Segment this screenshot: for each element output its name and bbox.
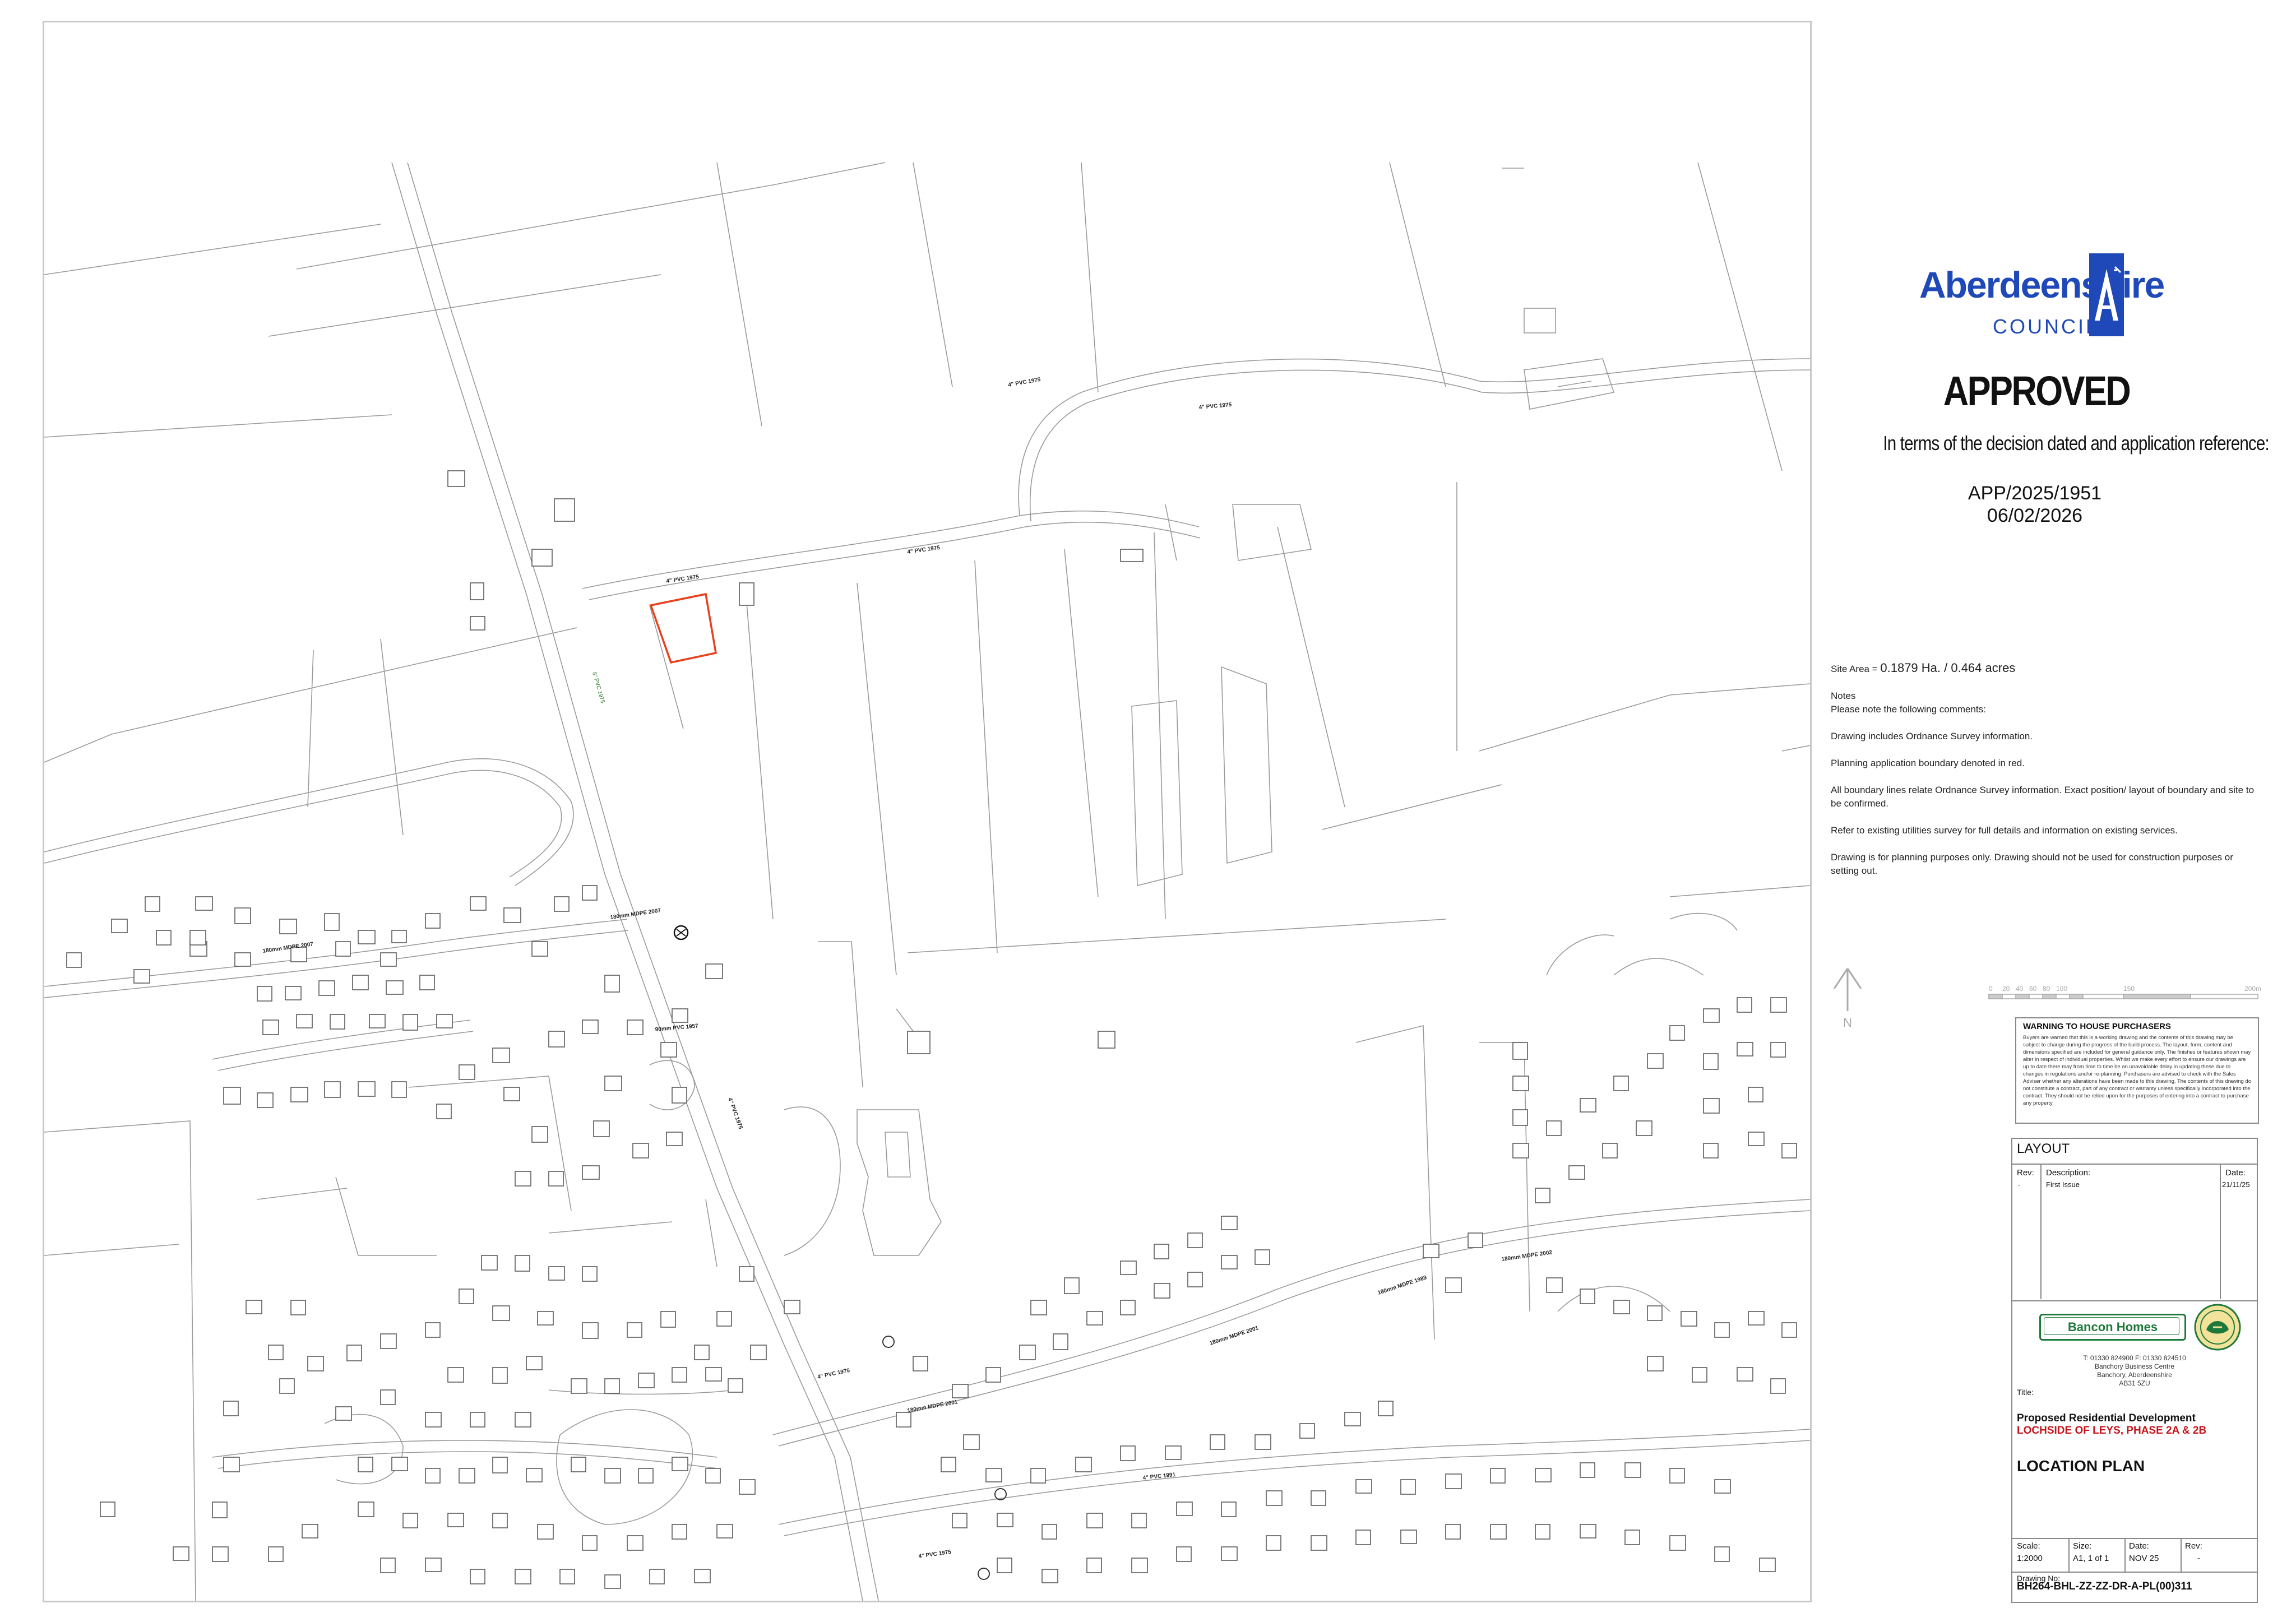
council-name: Aberdeenshire: [1919, 264, 2165, 305]
size-label: Size:: [2073, 1541, 2092, 1551]
rev-value: -: [2197, 1554, 2200, 1563]
rev-value: -: [2018, 1180, 2021, 1189]
company-logo-border: [2044, 1317, 2179, 1335]
site-area-value: 0.1879 Ha. / 0.464 acres: [1880, 661, 2016, 675]
project-location: LOCHSIDE OF LEYS, PHASE 2A & 2B: [2017, 1425, 2207, 1436]
scale-tick-label: 200m: [2244, 985, 2261, 993]
map-service-label: 4" PVC 1991: [1142, 1472, 1176, 1481]
desc-value: First Issue: [2046, 1180, 2080, 1189]
company-contact: T: 01330 824900 F: 01330 824510 Banchory…: [2012, 1354, 2257, 1388]
scale-bar: 0 20 40 60 80 100 150 200m: [1982, 982, 2274, 1016]
council-logo-icon: [2089, 253, 2124, 336]
rev-header: Rev:: [2017, 1168, 2034, 1178]
map-service-label: 4" PVC 1975: [1198, 402, 1232, 411]
title-label: Title:: [2017, 1388, 2034, 1397]
notes-intro: Please note the following comments:: [1831, 704, 1986, 715]
map-service-label: 180mm MDPE 2001: [1209, 1325, 1260, 1347]
map-service-label: 4" PVC 1975: [666, 574, 700, 585]
scale-tick-label: 40: [2016, 985, 2024, 993]
scale-tick-label: 60: [2029, 985, 2037, 993]
size-value: A1, 1 of 1: [2073, 1554, 2109, 1563]
map-service-label: 8" PVC 1975: [591, 671, 606, 705]
application-reference: APP/2025/1951 06/02/2026: [1923, 482, 2147, 527]
warning-body: Buyers are warned that this is a working…: [2023, 1035, 2251, 1106]
notes-panel: Site Area = 0.1879 Ha. / 0.464 acres Not…: [1831, 661, 2257, 891]
map-service-label: 4" PVC 1975: [726, 1097, 744, 1130]
date-header: Date:: [2225, 1168, 2246, 1178]
map-service-label: 180mm MDPE 1983: [1377, 1275, 1428, 1296]
roundabout-marker: [882, 1336, 895, 1348]
scale-tick-label: 80: [2043, 985, 2050, 993]
note-item: All boundary lines relate Ordnance Surve…: [1831, 785, 2255, 809]
warning-title: WARNING TO HOUSE PURCHASERS: [2023, 1022, 2171, 1031]
map-service-label: 180mm MDPE 2001: [907, 1399, 959, 1414]
contact-line: T: 01330 824900 F: 01330 824510: [2083, 1354, 2186, 1362]
north-arrow-icon: N: [1825, 966, 1870, 1034]
rev-label: Rev:: [2185, 1541, 2202, 1551]
scale-tick-label: 150: [2123, 985, 2135, 993]
note-item: Planning application boundary denoted in…: [1831, 758, 2025, 768]
plan-title: LOCATION PLAN: [2017, 1457, 2145, 1475]
site-boundary: [649, 592, 718, 664]
company-emblem-icon: [2192, 1301, 2243, 1353]
date-value: 21/11/25: [2222, 1180, 2250, 1189]
scale-value: 1:2000: [2017, 1554, 2043, 1563]
map-service-label: 4" PVC 1975: [907, 545, 941, 555]
layout-row: LAYOUT: [2012, 1139, 2257, 1165]
location-map[interactable]: 4" PVC 1975 4" PVC 1975 4" PVC 1975 4" PVC …: [43, 21, 1812, 1602]
decision-text: In terms of the decision dated and appli…: [1883, 432, 2269, 455]
project-name: Proposed Residential Development: [2017, 1412, 2196, 1424]
approval-status: APPROVED: [1943, 368, 2131, 414]
council-sub: COUNCIL: [1993, 315, 2100, 338]
map-canvas: 4" PVC 1975 4" PVC 1975 4" PVC 1975 4" PVC …: [44, 162, 1810, 1601]
notes-heading: Notes: [1831, 690, 1856, 701]
contact-line: Banchory Business Centre: [2094, 1363, 2175, 1370]
title-block: LAYOUT Rev: Description: Date: - First I…: [2011, 1138, 2258, 1603]
note-item: Refer to existing utilities survey for f…: [1831, 825, 2178, 836]
map-service-label: 4" PVC 1975: [1008, 377, 1041, 388]
drawing-number: BH264-BHL-ZZ-ZZ-DR-A-PL(00)311: [2017, 1581, 2192, 1592]
map-service-label: 180mm MDPE 2002: [1501, 1249, 1553, 1263]
contact-line: AB31 5ZU: [2119, 1379, 2150, 1387]
map-service-label: 4" PVC 1975: [918, 1549, 952, 1560]
decision-date: 06/02/2026: [1987, 505, 2083, 526]
scale-tick-label: 100: [2056, 985, 2067, 993]
map-service-label: 4" PVC 1975: [817, 1368, 850, 1380]
app-ref: APP/2025/1951: [1968, 483, 2102, 504]
date-label: Date:: [2129, 1541, 2149, 1551]
layout-label: LAYOUT: [2017, 1141, 2070, 1156]
contact-line: Banchory, Aberdeenshire: [2097, 1371, 2172, 1379]
site-area-label: Site Area =: [1831, 664, 1881, 674]
scale-tick-label: 0: [1989, 985, 1993, 993]
desc-header: Description:: [2046, 1168, 2091, 1178]
date-value: NOV 25: [2129, 1554, 2159, 1563]
scale-tick-label: 20: [2002, 985, 2010, 993]
revision-table: Rev: Description: Date: - First Issue 21…: [2012, 1165, 2257, 1301]
north-label: N: [1843, 1016, 1852, 1030]
drawing-info-row: Scale: 1:2000 Size: A1, 1 of 1 Date: NOV…: [2012, 1538, 2257, 1573]
warning-box: WARNING TO HOUSE PURCHASERS Buyers are w…: [2015, 1017, 2259, 1124]
note-item: Drawing is for planning purposes only. D…: [1831, 852, 2233, 876]
note-item: Drawing includes Ordnance Survey informa…: [1831, 731, 2033, 742]
scale-label: Scale:: [2017, 1541, 2040, 1551]
site-area: Site Area = 0.1879 Ha. / 0.464 acres: [1831, 661, 2257, 676]
roundabout-marker: [978, 1568, 990, 1580]
